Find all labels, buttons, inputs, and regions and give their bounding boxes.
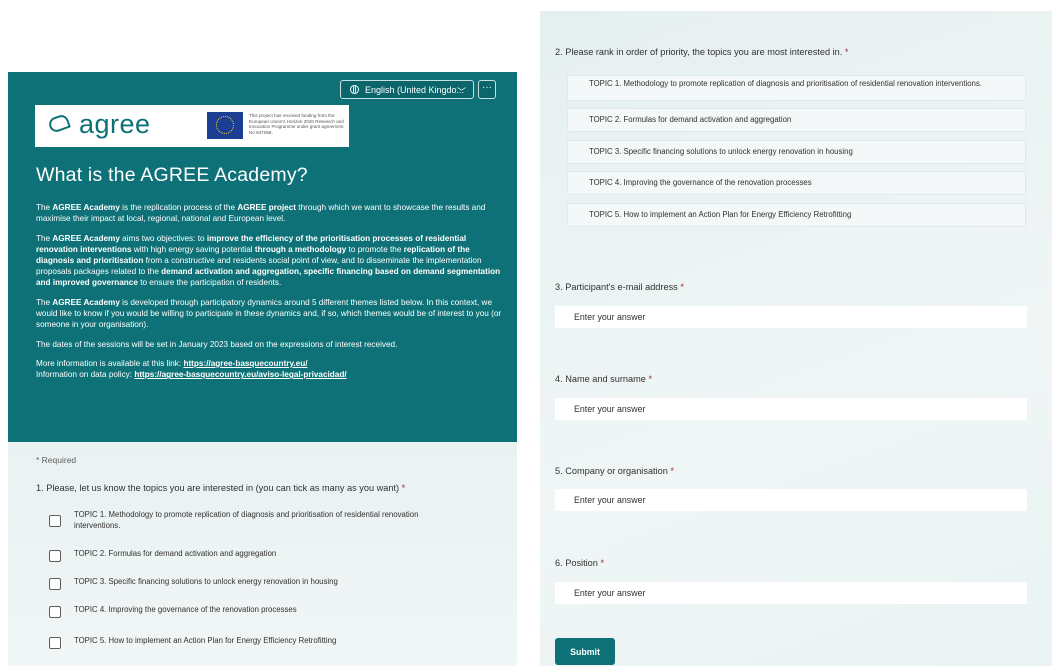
submit-button[interactable]: Submit: [555, 638, 615, 665]
text: to ensure the participation of residents…: [137, 278, 282, 288]
rank-item-1[interactable]: TOPIC 1. Methodology to promote replicat…: [567, 75, 1026, 101]
rank-item-label: TOPIC 5. How to implement an Action Plan…: [589, 210, 852, 219]
rank-item-4[interactable]: TOPIC 4. Improving the governance of the…: [567, 171, 1026, 195]
text: with high energy saving potential: [131, 244, 255, 254]
eu-flag-icon: [207, 112, 243, 139]
text-bold: AGREE Academy: [52, 233, 120, 243]
form-intro-panel: English (United Kingdo... ﹀ ··· agree Th…: [8, 0, 517, 666]
question-2-text: 2. Please rank in order of priority, the…: [555, 47, 845, 57]
checkbox[interactable]: [49, 606, 61, 618]
text: is the replication process of the: [119, 203, 238, 212]
checkbox[interactable]: [49, 637, 61, 649]
text-bold: AGREE project: [237, 203, 297, 212]
agree-logo-icon: [47, 113, 71, 134]
required-asterisk: *: [680, 282, 684, 292]
rank-item-label: TOPIC 2. Formulas for demand activation …: [589, 115, 792, 124]
checkbox[interactable]: [49, 550, 61, 562]
language-selector[interactable]: English (United Kingdo... ﹀: [340, 80, 474, 99]
banner: English (United Kingdo... ﹀ ··· agree Th…: [8, 72, 517, 442]
email-field[interactable]: [555, 306, 1027, 328]
text: to promote the: [346, 244, 404, 254]
description-links: More information is available at this li…: [36, 358, 506, 380]
question-6-text: 6. Position: [555, 558, 601, 568]
question-3-text: 3. Participant's e-mail address: [555, 282, 681, 292]
form-body: * Required 1. Please, let us know the to…: [8, 442, 517, 666]
rank-item-3[interactable]: TOPIC 3. Specific financing solutions to…: [567, 140, 1026, 164]
checkbox[interactable]: [49, 578, 61, 590]
description-paragraph-4: The dates of the sessions will be set in…: [36, 339, 398, 349]
text: The: [36, 233, 53, 243]
position-field[interactable]: [555, 582, 1027, 604]
rank-item-label: TOPIC 1. Methodology to promote replicat…: [589, 79, 982, 88]
text: The: [36, 297, 53, 307]
topic-option-label: TOPIC 2. Formulas for demand activation …: [74, 549, 277, 558]
text-bold: through a methodology: [254, 244, 347, 254]
text: aims two objectives: to: [119, 233, 207, 243]
organisation-field[interactable]: [555, 489, 1027, 511]
policy-link[interactable]: https://agree-basquecountry.eu/aviso-leg…: [134, 370, 346, 379]
rank-item-label: TOPIC 3. Specific financing solutions to…: [589, 147, 853, 156]
language-label: English (United Kingdo...: [365, 85, 465, 95]
checkbox[interactable]: [49, 515, 61, 527]
description-paragraph-2: The AGREE Academy aims two objectives: t…: [36, 233, 506, 289]
required-note: * Required: [36, 455, 77, 465]
topic-option-label: TOPIC 3. Specific financing solutions to…: [74, 577, 338, 586]
question-5-text: 5. Company or organisation: [555, 466, 671, 476]
text: The: [36, 203, 53, 212]
question-4-text: 4. Name and surname: [555, 374, 649, 384]
required-asterisk: *: [600, 558, 605, 568]
question-2-title: 2. Please rank in order of priority, the…: [555, 47, 848, 57]
question-5-title: 5. Company or organisation *: [555, 466, 674, 476]
chevron-down-icon: ﹀: [456, 87, 466, 97]
name-field[interactable]: [555, 398, 1027, 420]
topic-option-label: TOPIC 5. How to implement an Action Plan…: [74, 636, 337, 645]
text-bold: AGREE Academy: [52, 297, 120, 307]
page-title: What is the AGREE Academy?: [36, 164, 308, 186]
required-asterisk: *: [670, 466, 674, 476]
rank-item-2[interactable]: TOPIC 2. Formulas for demand activation …: [567, 108, 1026, 132]
question-3-title: 3. Participant's e-mail address *: [555, 282, 684, 292]
description-paragraph-3: The AGREE Academy is developed through p…: [36, 297, 506, 331]
question-4-title: 4. Name and surname *: [555, 374, 652, 384]
more-info-link[interactable]: https://agree-basquecountry.eu/: [183, 359, 307, 368]
logo-banner: agree This project has received funding …: [35, 105, 349, 147]
question-1-title: 1. Please, let us know the topics you ar…: [36, 483, 405, 493]
rank-item-label: TOPIC 4. Improving the governance of the…: [589, 178, 812, 187]
required-asterisk: *: [401, 483, 406, 493]
rank-item-5[interactable]: TOPIC 5. How to implement an Action Plan…: [567, 203, 1026, 227]
eu-funding-text: This project has received funding from t…: [249, 113, 344, 135]
more-options-button[interactable]: ···: [478, 80, 496, 99]
more-info-label: More information is available at this li…: [36, 358, 184, 368]
question-1-text: 1. Please, let us know the topics you ar…: [36, 483, 402, 493]
topic-option-label: TOPIC 1. Methodology to promote replicat…: [74, 510, 419, 530]
topic-option-label: TOPIC 4. Improving the governance of the…: [74, 605, 297, 614]
policy-label: Information on data policy:: [36, 370, 135, 380]
question-6-title: 6. Position *: [555, 558, 604, 568]
description-paragraph-1: The AGREE Academy is the replication pro…: [36, 202, 506, 224]
form-continuation-panel: 2. Please rank in order of priority, the…: [540, 11, 1052, 666]
text-bold: AGREE Academy: [52, 203, 120, 212]
globe-icon: [350, 85, 359, 94]
required-asterisk: *: [844, 47, 849, 57]
description: The AGREE Academy is the replication pro…: [36, 202, 506, 380]
required-asterisk: *: [648, 374, 653, 384]
brand-name: agree: [79, 109, 151, 139]
